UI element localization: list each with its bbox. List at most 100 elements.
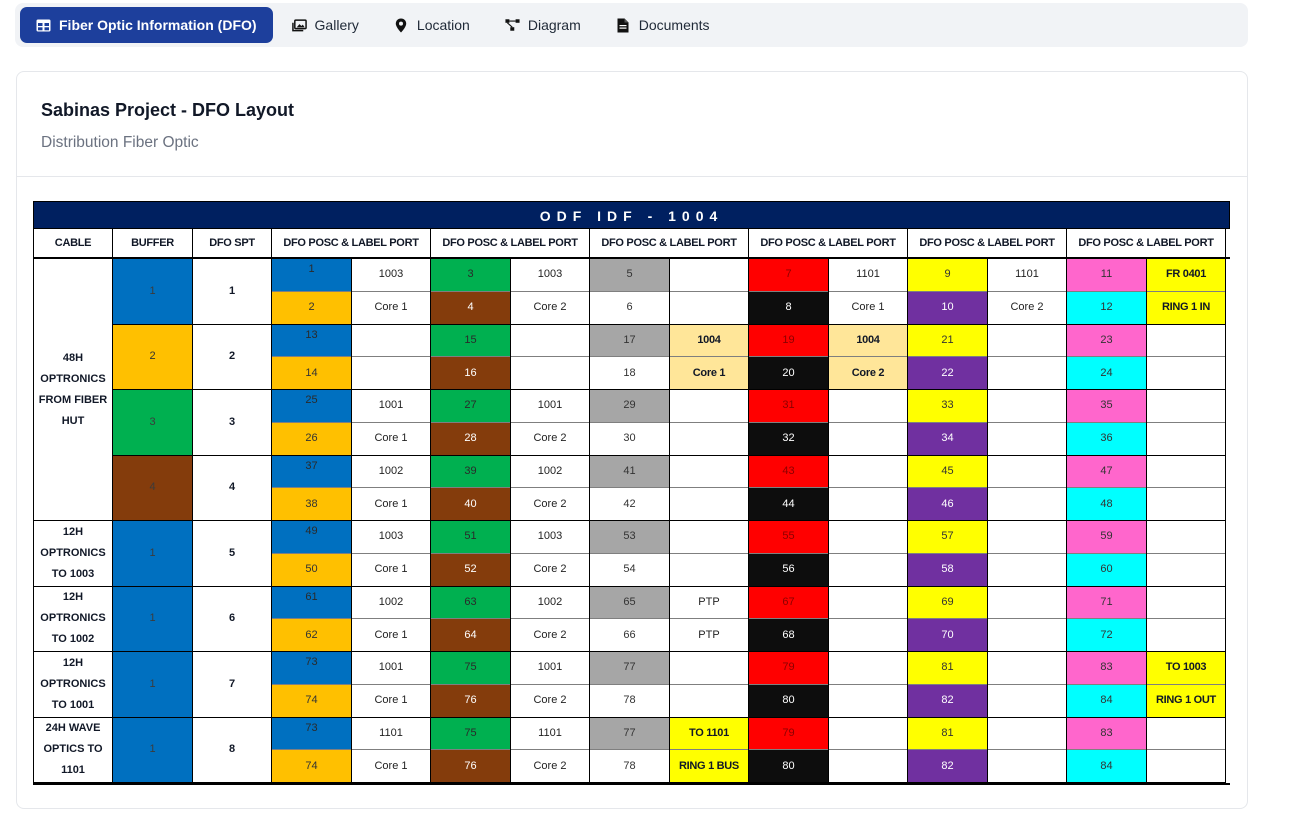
grid-column: 11 12 23 24 35 36 47 48 59 60 71 72 83 84 83 84 <box>1067 259 1147 783</box>
port-label-cell: Core 2 <box>511 488 589 521</box>
fiber-number-cell: 76 <box>431 750 510 783</box>
port-label-cell <box>1147 390 1225 423</box>
buffer-cell: 1 <box>113 586 192 652</box>
port-label-cell: Core 2 <box>511 685 589 718</box>
port-label-cell <box>829 488 907 521</box>
port-label-cell <box>670 554 748 587</box>
tab-gallery[interactable]: Gallery <box>276 7 375 43</box>
tab-label: Documents <box>638 17 710 33</box>
port-label-cell: TO 1101 <box>670 717 748 751</box>
document-icon <box>616 18 631 33</box>
port-label-cell: 1101 <box>352 718 430 751</box>
fiber-number-cell: 44 <box>749 488 828 521</box>
fiber-number-cell: 81 <box>908 717 987 751</box>
fiber-number-cell: 81 <box>908 652 987 685</box>
fiber-number-cell: 73 <box>272 652 351 685</box>
fiber-number-cell: 74 <box>272 684 351 718</box>
port-label-cell: 1004 <box>829 324 907 358</box>
fiber-number-cell: 52 <box>431 553 510 587</box>
port-label-cell: Core 2 <box>988 292 1066 325</box>
fiber-number-cell: 35 <box>1067 390 1146 423</box>
fiber-number-cell: 7 <box>749 259 828 292</box>
card-title: Sabinas Project - DFO Layout <box>41 100 295 120</box>
port-label-cell <box>1147 587 1225 620</box>
port-label-cell <box>829 652 907 685</box>
fiber-number-cell: 80 <box>749 684 828 718</box>
fiber-number-cell: 14 <box>272 357 351 390</box>
fiber-number-cell: 68 <box>749 619 828 652</box>
port-label-cell: Core 1 <box>352 685 430 718</box>
port-label-cell: PTP <box>670 619 748 652</box>
fiber-number-cell: 77 <box>590 652 669 685</box>
odf-grid: 48H OPTRONICS FROM FIBER HUT 12H OPTRONIC… <box>33 259 1230 785</box>
dfo-spt-cell: 1 <box>193 259 271 325</box>
fiber-number-cell: 43 <box>749 455 828 489</box>
tab-documents[interactable]: Documents <box>600 7 726 43</box>
fiber-number-cell: 50 <box>272 553 351 587</box>
port-label-cell <box>670 292 748 325</box>
tab-fiber-optic-information-dfo[interactable]: Fiber Optic Information (DFO) <box>20 7 273 43</box>
fiber-number-cell: 40 <box>431 488 510 521</box>
card-subtitle: Distribution Fiber Optic <box>41 134 199 151</box>
port-label-cell <box>988 357 1066 390</box>
dfo-spt-cell: 4 <box>193 456 271 521</box>
fiber-number-cell: 79 <box>749 652 828 685</box>
grid-column: 1003 Core 2 1001 Core 2 1002 Core 2 1003 Core 2… <box>511 259 590 783</box>
fiber-number-cell: 63 <box>431 586 510 620</box>
grid-column: 12341111 <box>113 259 193 783</box>
port-label-cell <box>1147 750 1225 783</box>
fiber-number-cell: 77 <box>590 717 669 751</box>
port-label-cell: 1003 <box>511 259 589 292</box>
port-label-cell: 1001 <box>352 390 430 423</box>
dfo-spt-cell: 2 <box>193 325 271 390</box>
fiber-number-cell: 4 <box>431 291 510 325</box>
port-label-cell <box>670 521 748 554</box>
fiber-number-cell: 39 <box>431 455 510 489</box>
port-label-cell <box>1147 488 1225 521</box>
buffer-cell: 1 <box>113 521 192 587</box>
port-label-cell: 1004 <box>670 324 748 358</box>
header-dfo-spt: DFO SPT <box>193 229 272 257</box>
fiber-number-cell: 70 <box>908 619 987 652</box>
port-label-cell <box>988 488 1066 521</box>
port-label-cell <box>988 456 1066 489</box>
fiber-number-cell: 15 <box>431 324 510 358</box>
fiber-number-cell: 5 <box>590 259 669 292</box>
fiber-number-cell: 23 <box>1067 324 1146 358</box>
fiber-number-cell: 62 <box>272 619 351 652</box>
diagram-icon <box>505 18 520 33</box>
dfo-spt-cell: 7 <box>193 652 271 718</box>
fiber-number-cell: 80 <box>749 750 828 783</box>
port-label-cell: 1101 <box>829 259 907 292</box>
port-label-cell <box>829 619 907 652</box>
port-label-cell <box>1147 619 1225 652</box>
port-label-cell <box>988 685 1066 718</box>
tab-location[interactable]: Location <box>378 7 486 43</box>
fiber-number-cell: 24 <box>1067 357 1146 390</box>
header-dfo-posc-label-port-5: DFO POSC & LABEL PORT <box>908 229 1067 257</box>
port-label-cell: 1001 <box>511 652 589 685</box>
fiber-number-cell: 60 <box>1067 553 1146 587</box>
tab-diagram[interactable]: Diagram <box>489 7 597 43</box>
buffer-cell: 2 <box>113 324 192 390</box>
port-label-cell <box>988 652 1066 685</box>
port-label-cell <box>511 357 589 390</box>
fiber-number-cell: 48 <box>1067 488 1146 521</box>
fiber-number-cell: 65 <box>590 586 669 620</box>
header-buffer: BUFFER <box>113 229 193 257</box>
tab-label: Location <box>416 17 470 33</box>
buffer-cell: 1 <box>113 717 192 783</box>
table-icon <box>36 18 51 33</box>
port-label-cell <box>829 521 907 554</box>
fiber-number-cell: 13 <box>272 324 351 358</box>
fiber-number-cell: 22 <box>908 357 987 390</box>
fiber-number-cell: 26 <box>272 422 351 456</box>
dfo-spt-cell: 6 <box>193 587 271 652</box>
port-label-cell <box>670 423 748 456</box>
fiber-number-cell: 73 <box>272 717 351 751</box>
fiber-number-cell: 16 <box>431 357 510 390</box>
port-label-cell <box>352 325 430 358</box>
fiber-number-cell: 31 <box>749 390 828 423</box>
header-cable: CABLE <box>33 229 113 257</box>
fiber-number-cell: 19 <box>749 324 828 358</box>
